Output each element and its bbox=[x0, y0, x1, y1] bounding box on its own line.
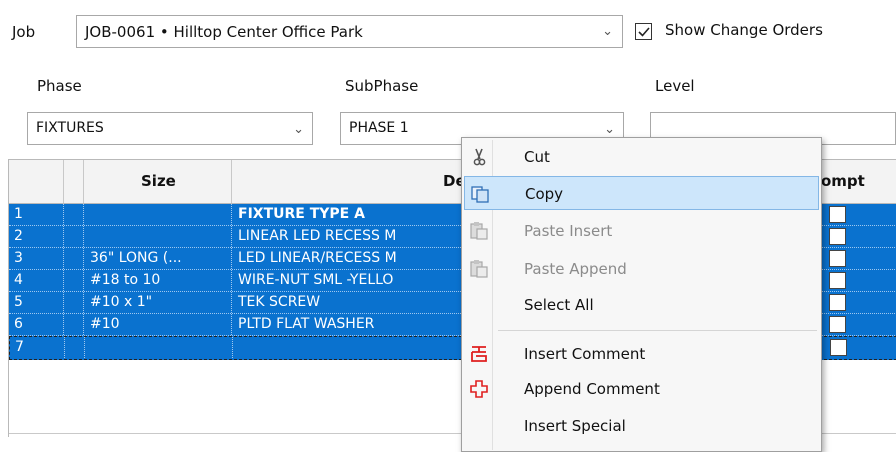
row-select-cell[interactable] bbox=[64, 226, 84, 247]
size-cell[interactable] bbox=[85, 337, 233, 358]
menu-item-insert-comment[interactable]: Insert Comment bbox=[464, 337, 819, 371]
row-select-cell[interactable] bbox=[64, 204, 84, 225]
description-cell[interactable]: LINEAR LED RECESS M bbox=[232, 226, 482, 247]
description-cell[interactable]: PLTD FLAT WASHER bbox=[232, 314, 482, 335]
subphase-dropdown-value: PHASE 1 bbox=[349, 120, 409, 136]
description-cell[interactable]: FIXTURE TYPE A bbox=[232, 204, 482, 225]
row-number: 7 bbox=[10, 337, 65, 358]
row-number: 3 bbox=[9, 248, 64, 269]
menu-item-paste-insert[interactable]: Paste Insert bbox=[464, 214, 819, 248]
row-select-cell[interactable] bbox=[64, 292, 84, 313]
row-select-cell[interactable] bbox=[64, 248, 84, 269]
menu-item-label: Insert Special bbox=[524, 417, 626, 435]
phase-dropdown[interactable]: FIXTURES ⌄ bbox=[27, 112, 313, 145]
menu-item-cut[interactable]: Cut bbox=[464, 140, 819, 174]
prompt-checkbox[interactable] bbox=[829, 294, 846, 311]
menu-item-label: Paste Insert bbox=[524, 222, 613, 240]
chevron-down-icon: ⌄ bbox=[602, 24, 613, 39]
phase-dropdown-value: FIXTURES bbox=[36, 120, 104, 136]
prompt-checkbox[interactable] bbox=[829, 228, 846, 245]
menu-item-append-comment[interactable]: Append Comment bbox=[464, 372, 819, 406]
description-cell[interactable] bbox=[233, 337, 483, 358]
paste-icon bbox=[468, 221, 490, 241]
paste-icon bbox=[468, 259, 490, 279]
select-column-header[interactable] bbox=[64, 160, 84, 203]
size-cell[interactable]: #10 bbox=[84, 314, 232, 335]
menu-item-label: Insert Comment bbox=[524, 345, 646, 363]
menu-separator bbox=[498, 330, 817, 331]
row-number: 1 bbox=[9, 204, 64, 225]
show-change-orders-label[interactable]: Show Change Orders bbox=[665, 21, 823, 39]
menu-item-label: Copy bbox=[525, 185, 564, 203]
copy-icon bbox=[469, 184, 491, 204]
menu-item-label: Append Comment bbox=[524, 380, 660, 398]
menu-item-label: Select All bbox=[524, 296, 594, 314]
append-comment-icon bbox=[468, 379, 490, 399]
row-select-cell[interactable] bbox=[64, 270, 84, 291]
job-dropdown[interactable]: JOB-0061 • Hilltop Center Office Park ⌄ bbox=[76, 15, 623, 48]
row-number: 4 bbox=[9, 270, 64, 291]
menu-item-insert-special[interactable]: Insert Special bbox=[464, 409, 819, 443]
description-cell[interactable]: TEK SCREW bbox=[232, 292, 482, 313]
row-number-column-header[interactable] bbox=[9, 160, 64, 203]
description-cell[interactable]: WIRE-NUT SML -YELLO bbox=[232, 270, 482, 291]
size-cell[interactable] bbox=[84, 226, 232, 247]
chevron-down-icon: ⌄ bbox=[604, 122, 615, 137]
prompt-checkbox[interactable] bbox=[829, 250, 846, 267]
row-select-cell[interactable] bbox=[65, 337, 85, 358]
scissors-icon bbox=[468, 147, 490, 167]
size-cell[interactable] bbox=[84, 204, 232, 225]
job-dropdown-value: JOB-0061 • Hilltop Center Office Park bbox=[85, 23, 363, 41]
row-select-cell[interactable] bbox=[64, 314, 84, 335]
description-cell[interactable]: LED LINEAR/RECESS M bbox=[232, 248, 482, 269]
menu-item-copy[interactable]: Copy bbox=[464, 176, 819, 210]
menu-item-select-all[interactable]: Select All bbox=[464, 288, 819, 322]
size-cell[interactable]: #10 x 1" bbox=[84, 292, 232, 313]
subphase-label: SubPhase bbox=[345, 77, 419, 95]
menu-item-label: Cut bbox=[524, 148, 550, 166]
prompt-checkbox[interactable] bbox=[829, 272, 846, 289]
context-menu: Cut Copy Paste Insert Paste Append Selec… bbox=[461, 137, 822, 452]
menu-item-label: Paste Append bbox=[524, 260, 627, 278]
prompt-checkbox[interactable] bbox=[829, 206, 846, 223]
level-label: Level bbox=[655, 77, 695, 95]
show-change-orders-checkbox[interactable] bbox=[635, 23, 652, 40]
chevron-down-icon: ⌄ bbox=[293, 122, 304, 137]
insert-comment-icon bbox=[468, 344, 490, 364]
prompt-column-header[interactable]: ompt bbox=[817, 160, 896, 203]
job-label: Job bbox=[12, 23, 36, 41]
phase-label: Phase bbox=[37, 77, 82, 95]
menu-item-paste-append[interactable]: Paste Append bbox=[464, 252, 819, 286]
size-cell[interactable]: 36" LONG (... bbox=[84, 248, 232, 269]
prompt-checkbox[interactable] bbox=[829, 316, 846, 333]
row-number: 6 bbox=[9, 314, 64, 335]
size-column-header[interactable]: Size bbox=[84, 160, 232, 203]
row-number: 5 bbox=[9, 292, 64, 313]
prompt-checkbox[interactable] bbox=[830, 339, 847, 356]
row-number: 2 bbox=[9, 226, 64, 247]
checkmark-icon bbox=[638, 27, 650, 37]
truncated-header bbox=[0, 0, 896, 6]
size-cell[interactable]: #18 to 10 bbox=[84, 270, 232, 291]
